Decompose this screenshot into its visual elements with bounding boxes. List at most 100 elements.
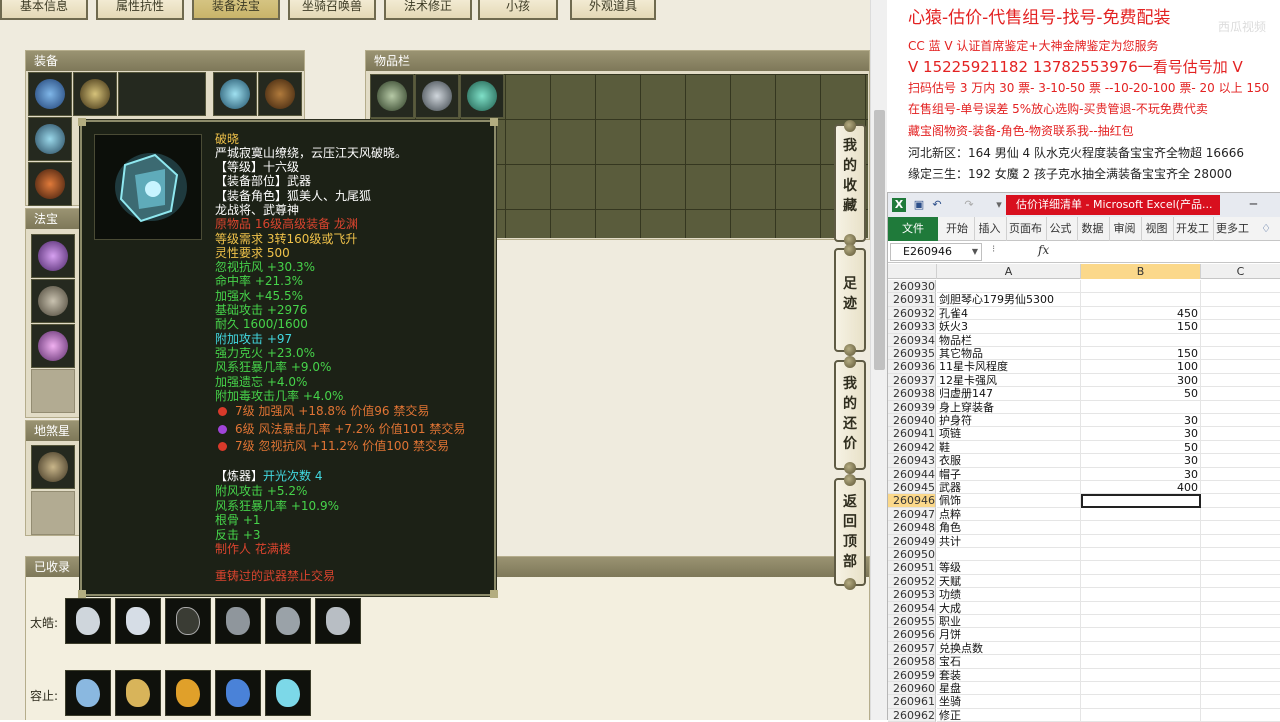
column-header-b[interactable]: B [1081, 264, 1201, 279]
row-header[interactable]: 260939 [888, 400, 936, 414]
cell-b[interactable] [1081, 534, 1201, 548]
row-header[interactable]: 260959 [888, 668, 936, 682]
cell-c[interactable] [1201, 427, 1280, 441]
row-header[interactable]: 260933 [888, 320, 936, 334]
row-header[interactable]: 260937 [888, 373, 936, 388]
cell-c[interactable] [1201, 655, 1280, 669]
minimize-button[interactable]: ─ [1250, 197, 1257, 211]
cell-a[interactable]: 物品栏 [937, 333, 1081, 347]
cell-b[interactable] [1081, 280, 1201, 294]
name-box[interactable]: E260946 ▼ [890, 243, 982, 261]
cell-c[interactable] [1201, 387, 1280, 401]
cell-b[interactable] [1081, 333, 1201, 347]
row-header[interactable]: 260932 [888, 306, 936, 321]
row-header[interactable]: 260943 [888, 454, 936, 468]
ribbon-tab-developer[interactable]: 开发工 [1173, 217, 1211, 241]
cell-a[interactable] [937, 280, 1081, 294]
collect-slot[interactable] [115, 598, 161, 644]
cell-b[interactable]: 400 [1081, 481, 1201, 495]
cell-b[interactable] [1081, 708, 1201, 722]
row-header[interactable]: 260931 [888, 293, 936, 307]
cell-c[interactable] [1201, 481, 1280, 495]
undo-icon[interactable]: ↶ [930, 198, 944, 212]
collect-slot[interactable] [165, 670, 211, 716]
collect-slot[interactable] [265, 670, 311, 716]
cell-a[interactable]: 剑胆琴心179男仙5300 [937, 293, 1081, 307]
tab-appearance[interactable]: 外观道具 [570, 0, 656, 20]
column-header-c[interactable]: C [1201, 264, 1280, 279]
row-header[interactable]: 260954 [888, 601, 936, 615]
ribbon-tab-review[interactable]: 审阅 [1109, 217, 1139, 241]
row-header[interactable]: 260936 [888, 360, 936, 374]
cell-b[interactable] [1081, 548, 1201, 562]
cell-a[interactable]: 月饼 [937, 628, 1081, 642]
row-header[interactable]: 260955 [888, 615, 936, 629]
collect-slot[interactable] [215, 598, 261, 644]
formula-bar-resize-handle[interactable]: ⁝ [992, 244, 995, 255]
page-scrollbar[interactable] [870, 0, 887, 720]
tab-basic-info[interactable]: 基本信息 [0, 0, 88, 20]
cell-c[interactable] [1201, 642, 1280, 656]
cell-a[interactable]: 佩饰 [937, 494, 1081, 508]
tab-equipment[interactable]: 装备法宝 [192, 0, 280, 20]
cell-c[interactable] [1201, 414, 1280, 428]
chevron-down-icon[interactable]: ▼ [972, 244, 978, 260]
cell-b[interactable]: 150 [1081, 320, 1201, 334]
cell-b[interactable]: 30 [1081, 427, 1201, 441]
cell-c[interactable] [1201, 682, 1280, 696]
cell-b[interactable] [1081, 601, 1201, 615]
cell-b[interactable] [1081, 521, 1201, 535]
customize-qat-icon[interactable]: ▾ [992, 198, 1006, 212]
cell-a[interactable]: 职业 [937, 615, 1081, 629]
help-icon[interactable]: ♢ [1256, 217, 1276, 241]
row-header[interactable]: 260930 [888, 280, 936, 294]
inventory-slot-sword[interactable] [370, 74, 414, 118]
insert-function-button[interactable]: fx [1038, 243, 1049, 257]
cell-b[interactable] [1081, 494, 1201, 508]
cell-a[interactable]: 角色 [937, 521, 1081, 535]
cell-c[interactable] [1201, 521, 1280, 535]
cell-b[interactable] [1081, 400, 1201, 414]
cell-a[interactable]: 宝石 [937, 655, 1081, 669]
disha-slot-1[interactable] [31, 445, 75, 489]
back-to-top-button[interactable]: 返回顶部 [834, 474, 866, 590]
cell-b[interactable] [1081, 574, 1201, 589]
cell-b[interactable]: 50 [1081, 387, 1201, 401]
ribbon-tab-file[interactable]: 文件 [888, 217, 938, 241]
cell-a[interactable]: 11星卡风程度 [937, 360, 1081, 374]
cell-a[interactable]: 身上穿装备 [937, 400, 1081, 414]
cell-a[interactable]: 鞋 [937, 440, 1081, 455]
cell-c[interactable] [1201, 468, 1280, 481]
cell-c[interactable] [1201, 669, 1280, 682]
collect-slot[interactable] [265, 598, 311, 644]
cell-b[interactable]: 30 [1081, 454, 1201, 468]
row-header[interactable]: 260961 [888, 695, 936, 709]
cell-b[interactable]: 450 [1081, 306, 1201, 321]
redo-icon[interactable]: ↷ [962, 198, 976, 212]
fabao-slot-1[interactable] [31, 234, 75, 278]
equip-slot-empty[interactable] [118, 72, 206, 116]
fabao-slot-3[interactable] [31, 324, 75, 368]
cell-c[interactable] [1201, 695, 1280, 709]
ribbon-tab-more[interactable]: 更多工 [1213, 217, 1251, 241]
cell-a[interactable] [937, 548, 1081, 562]
cell-c[interactable] [1201, 454, 1280, 468]
cell-c[interactable] [1201, 360, 1280, 374]
equip-slot-necklace[interactable] [73, 72, 117, 116]
ribbon-tab-formulas[interactable]: 公式 [1046, 217, 1074, 241]
inventory-slot-jade[interactable] [460, 74, 504, 118]
cell-a[interactable]: 衣服 [937, 454, 1081, 468]
cell-c[interactable] [1201, 334, 1280, 347]
cell-c[interactable] [1201, 441, 1280, 455]
collect-slot[interactable] [165, 598, 211, 644]
equip-slot-armor[interactable] [213, 72, 257, 116]
cell-a[interactable]: 修正 [937, 708, 1081, 722]
cell-b[interactable] [1081, 695, 1201, 709]
scrollbar-thumb[interactable] [874, 110, 885, 370]
row-header[interactable]: 260945 [888, 481, 936, 495]
cell-c[interactable] [1201, 374, 1280, 388]
cell-a[interactable]: 归虚册147 [937, 387, 1081, 401]
ribbon-tab-insert[interactable]: 插入 [974, 217, 1004, 241]
cell-a[interactable]: 星盘 [937, 682, 1081, 696]
cell-a[interactable]: 套装 [937, 668, 1081, 682]
